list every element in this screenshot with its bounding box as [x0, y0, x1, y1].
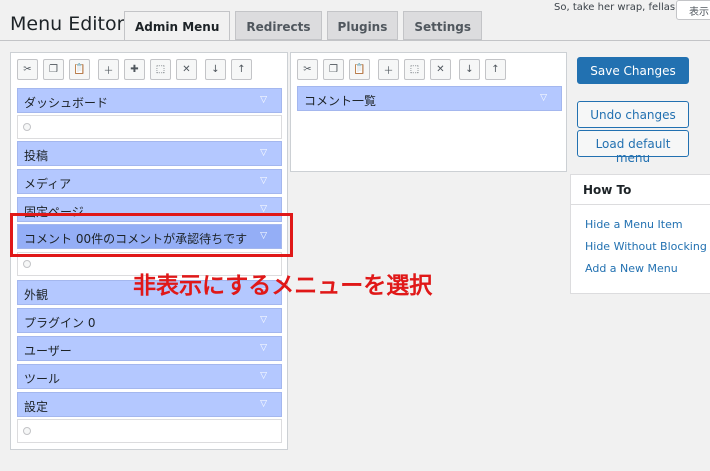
chevron-down-icon[interactable]: ▽	[260, 371, 267, 381]
annotation-text: 非表示にするメニューを選択	[133, 273, 433, 299]
new-menu-icon[interactable]: ＋	[98, 59, 119, 80]
menu-item-label: ツール	[24, 372, 61, 386]
cut-icon[interactable]: ✂	[17, 59, 38, 80]
menu-separator[interactable]	[17, 419, 282, 443]
right-toolbar: ✂ ❐ 📋 ＋ ⬚ ✕ ↓ ↑	[297, 59, 511, 80]
how-to-box: How To Hide a Menu Item Hide Without Blo…	[570, 174, 710, 294]
selection-highlight-box	[10, 213, 293, 257]
undo-changes-button[interactable]: Undo changes	[577, 101, 689, 128]
menu-item[interactable]: メディア ▽	[17, 169, 282, 194]
menu-item[interactable]: 設定 ▽	[17, 392, 282, 417]
menu-item-label: メディア	[24, 177, 72, 191]
sort-ascending-icon[interactable]: ↓	[205, 59, 226, 80]
how-to-link[interactable]: Hide a Menu Item	[571, 213, 710, 235]
menu-item-label: 投稿	[24, 149, 49, 163]
menu-item[interactable]: ユーザー ▽	[17, 336, 282, 361]
chevron-down-icon[interactable]: ▽	[260, 399, 267, 409]
menu-item[interactable]: ツール ▽	[17, 364, 282, 389]
menu-item[interactable]: 投稿 ▽	[17, 141, 282, 166]
tab-settings[interactable]: Settings	[403, 11, 483, 40]
menu-item-label: 設定	[24, 400, 49, 414]
tab-admin-menu[interactable]: Admin Menu	[124, 11, 231, 41]
load-default-menu-button[interactable]: Load default menu	[577, 130, 689, 165]
how-to-title: How To	[571, 175, 710, 205]
page-title: Menu Editor	[10, 13, 125, 35]
chevron-down-icon[interactable]: ▽	[260, 343, 267, 353]
sort-descending-icon[interactable]: ↑	[485, 59, 506, 80]
tab-plugins[interactable]: Plugins	[326, 11, 399, 40]
chevron-down-icon[interactable]: ▽	[260, 176, 267, 186]
new-menu-icon[interactable]: ＋	[378, 59, 399, 80]
copy-icon[interactable]: ❐	[323, 59, 344, 80]
chevron-down-icon[interactable]: ▽	[260, 315, 267, 325]
separator-handle-icon	[23, 123, 31, 131]
separator-handle-icon	[23, 427, 31, 435]
select-icon[interactable]: ⬚	[150, 59, 171, 80]
menu-item-label: ユーザー	[24, 344, 72, 358]
chevron-down-icon[interactable]: ▽	[260, 148, 267, 158]
submenu-item[interactable]: コメント一覧 ▽	[297, 86, 562, 111]
menu-item-label: 外観	[24, 288, 49, 302]
menu-item-label: プラグイン 0	[24, 316, 96, 330]
separator-handle-icon	[23, 260, 31, 268]
submenu-panel: ✂ ❐ 📋 ＋ ⬚ ✕ ↓ ↑ コメント一覧 ▽	[290, 52, 567, 172]
chevron-down-icon[interactable]: ▽	[540, 93, 547, 103]
sort-descending-icon[interactable]: ↑	[231, 59, 252, 80]
how-to-link[interactable]: Hide Without Blocking Ac	[571, 235, 710, 257]
how-to-link[interactable]: Add a New Menu	[571, 257, 710, 279]
copy-icon[interactable]: ❐	[43, 59, 64, 80]
delete-icon[interactable]: ✕	[430, 59, 451, 80]
menu-item-label: ダッシュボード	[24, 96, 109, 110]
menu-item[interactable]: ダッシュボード ▽	[17, 88, 282, 113]
submenu-item-label: コメント一覧	[304, 94, 377, 108]
cut-icon[interactable]: ✂	[297, 59, 318, 80]
delete-icon[interactable]: ✕	[176, 59, 197, 80]
screen-options-button[interactable]: 表示	[676, 0, 710, 20]
chevron-down-icon[interactable]: ▽	[260, 95, 267, 105]
paste-icon[interactable]: 📋	[69, 59, 90, 80]
select-icon[interactable]: ⬚	[404, 59, 425, 80]
new-separator-icon[interactable]: ✚	[124, 59, 145, 80]
save-changes-button[interactable]: Save Changes	[577, 57, 689, 84]
sort-ascending-icon[interactable]: ↓	[459, 59, 480, 80]
tab-divider	[0, 40, 710, 41]
menu-item[interactable]: プラグイン 0 ▽	[17, 308, 282, 333]
left-toolbar: ✂ ❐ 📋 ＋ ✚ ⬚ ✕ ↓ ↑	[17, 59, 257, 80]
greeting-text: So, take her wrap, fellas	[554, 2, 676, 13]
menu-separator[interactable]	[17, 115, 282, 139]
tab-redirects[interactable]: Redirects	[235, 11, 322, 40]
paste-icon[interactable]: 📋	[349, 59, 370, 80]
tab-bar: Admin Menu Redirects Plugins Settings	[124, 11, 487, 41]
